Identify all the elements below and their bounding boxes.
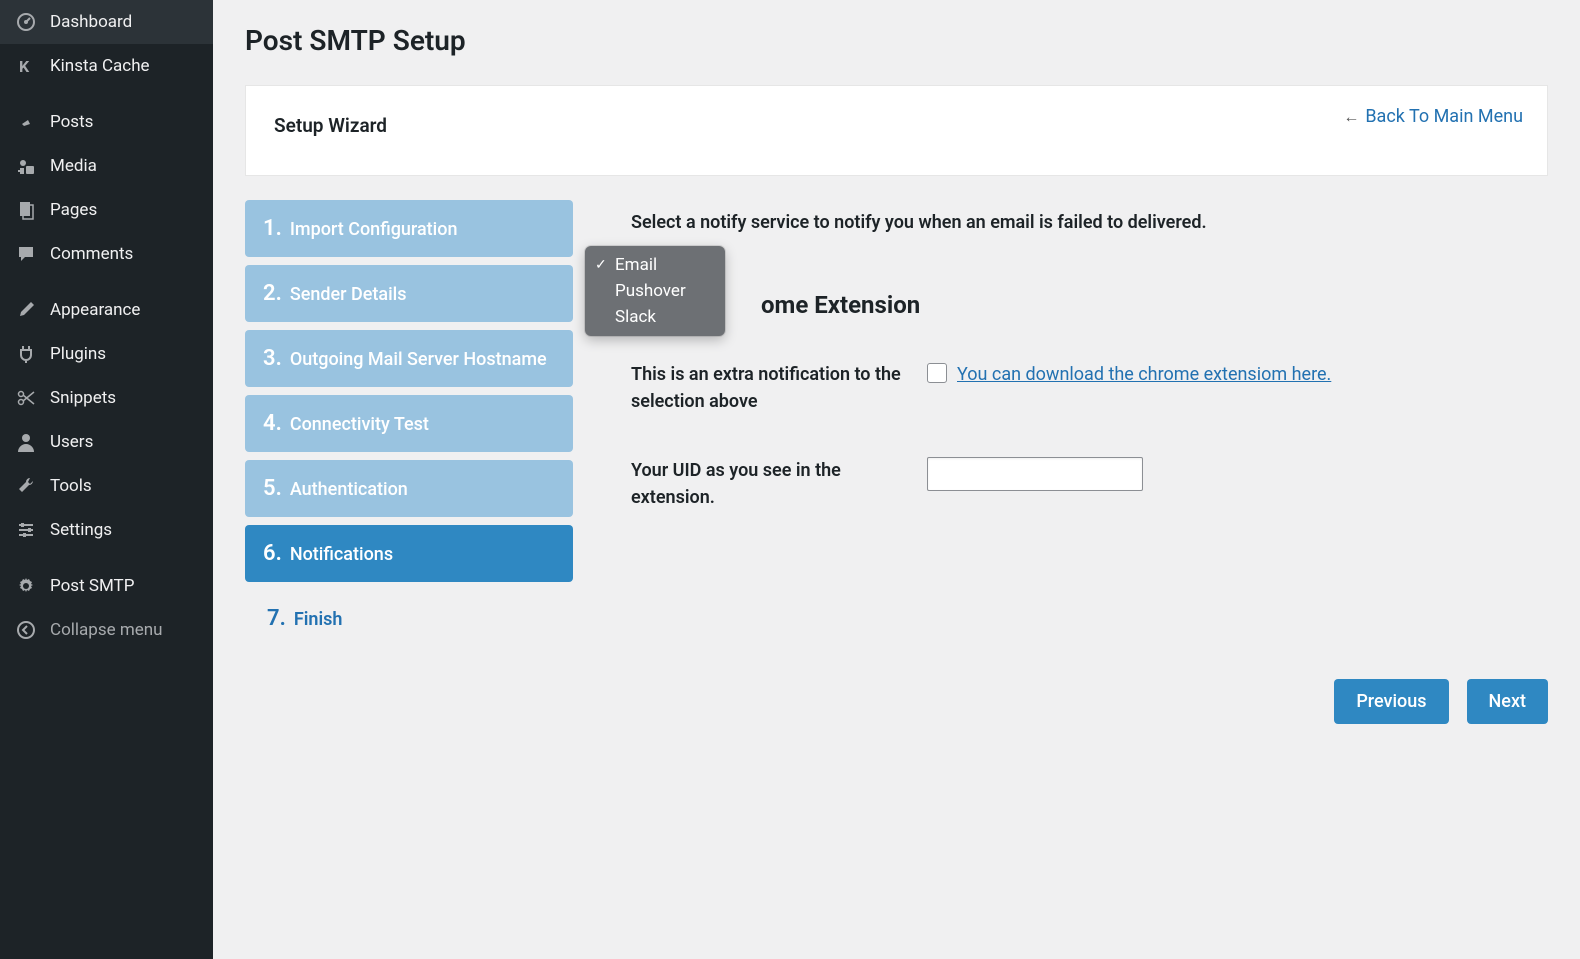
uid-input[interactable]	[927, 457, 1143, 491]
sidebar-collapse-label: Collapse menu	[50, 619, 199, 641]
chrome-extension-heading: ome Extension	[631, 291, 1548, 319]
wizard-step-sender-details[interactable]: 2.Sender Details	[245, 265, 573, 322]
wizard-step-notifications[interactable]: 6.Notifications	[245, 525, 573, 582]
sidebar-collapse[interactable]: Collapse menu	[0, 608, 213, 652]
sidebar-item-plugins[interactable]: Plugins	[0, 332, 213, 376]
sidebar-item-tools[interactable]: Tools	[0, 464, 213, 508]
sidebar-item-pages[interactable]: Pages	[0, 188, 213, 232]
sidebar-item-label: Snippets	[50, 387, 199, 409]
kinsta-icon: K	[14, 54, 38, 78]
dropdown-option-email[interactable]: ✓Email	[585, 252, 725, 278]
back-link-label: Back To Main Menu	[1365, 106, 1523, 127]
admin-sidebar: Dashboard K Kinsta Cache Posts Media Pag…	[0, 0, 213, 959]
sidebar-item-label: Settings	[50, 519, 199, 541]
collapse-icon	[14, 618, 38, 642]
sidebar-item-label: Users	[50, 431, 199, 453]
sidebar-item-users[interactable]: Users	[0, 420, 213, 464]
check-icon: ✓	[595, 257, 611, 273]
wizard-title: Setup Wizard	[274, 114, 1519, 137]
plug-icon	[14, 342, 38, 366]
sidebar-item-label: Comments	[50, 243, 199, 265]
wrench-icon	[14, 474, 38, 498]
wizard-step-import-config[interactable]: 1.Import Configuration	[245, 200, 573, 257]
wizard-footer: Previous Next	[245, 679, 1548, 724]
svg-text:K: K	[19, 57, 30, 76]
sidebar-item-settings[interactable]: Settings	[0, 508, 213, 552]
wizard-step-connectivity[interactable]: 4.Connectivity Test	[245, 395, 573, 452]
previous-button[interactable]: Previous	[1334, 679, 1448, 724]
brush-icon	[14, 298, 38, 322]
wizard-header-card: ← Back To Main Menu Setup Wizard	[245, 85, 1548, 176]
sidebar-item-posts[interactable]: Posts	[0, 100, 213, 144]
notify-instruction: Select a notify service to notify you wh…	[631, 212, 1548, 233]
media-icon	[14, 154, 38, 178]
extra-notification-label: This is an extra notification to the sel…	[631, 361, 927, 415]
sidebar-item-label: Tools	[50, 475, 199, 497]
comment-icon	[14, 242, 38, 266]
sidebar-item-label: Kinsta Cache	[50, 55, 199, 77]
notify-service-dropdown[interactable]: ✓Email Pushover Slack	[585, 246, 725, 336]
sidebar-item-label: Post SMTP	[50, 575, 199, 597]
sidebar-item-post-smtp[interactable]: Post SMTP	[0, 564, 213, 608]
wizard-step-authentication[interactable]: 5.Authentication	[245, 460, 573, 517]
dropdown-option-slack[interactable]: Slack	[585, 304, 725, 330]
gear-icon	[14, 574, 38, 598]
sidebar-item-label: Appearance	[50, 299, 199, 321]
main-content: Post SMTP Setup ← Back To Main Menu Setu…	[213, 0, 1580, 959]
sidebar-item-label: Pages	[50, 199, 199, 221]
sidebar-item-label: Plugins	[50, 343, 199, 365]
sidebar-item-comments[interactable]: Comments	[0, 232, 213, 276]
sliders-icon	[14, 518, 38, 542]
sidebar-item-kinsta-cache[interactable]: K Kinsta Cache	[0, 44, 213, 88]
sidebar-item-label: Posts	[50, 111, 199, 133]
sidebar-item-snippets[interactable]: Snippets	[0, 376, 213, 420]
dropdown-option-pushover[interactable]: Pushover	[585, 278, 725, 304]
next-button[interactable]: Next	[1467, 679, 1548, 724]
uid-label: Your UID as you see in the extension.	[631, 457, 927, 511]
pin-icon	[14, 110, 38, 134]
extra-notification-row: This is an extra notification to the sel…	[631, 361, 1548, 415]
wizard-step-content: Select a notify service to notify you wh…	[573, 200, 1548, 655]
wizard-steps: 1.Import Configuration 2.Sender Details …	[245, 200, 573, 655]
back-to-main-link[interactable]: ← Back To Main Menu	[1343, 106, 1523, 127]
wizard-body: 1.Import Configuration 2.Sender Details …	[245, 200, 1548, 655]
user-icon	[14, 430, 38, 454]
arrow-left-icon: ←	[1343, 107, 1359, 127]
sidebar-item-label: Dashboard	[50, 11, 199, 33]
sidebar-item-media[interactable]: Media	[0, 144, 213, 188]
download-extension-link[interactable]: You can download the chrome extensiom he…	[957, 361, 1331, 388]
sidebar-item-appearance[interactable]: Appearance	[0, 288, 213, 332]
extra-notification-checkbox[interactable]	[927, 363, 947, 383]
uid-row: Your UID as you see in the extension.	[631, 457, 1548, 511]
sidebar-item-dashboard[interactable]: Dashboard	[0, 0, 213, 44]
dashboard-icon	[14, 10, 38, 34]
wizard-step-finish[interactable]: 7.Finish	[245, 590, 573, 647]
scissors-icon	[14, 386, 38, 410]
page-title: Post SMTP Setup	[245, 24, 1548, 57]
wizard-step-mail-server[interactable]: 3.Outgoing Mail Server Hostname	[245, 330, 573, 387]
sidebar-item-label: Media	[50, 155, 199, 177]
pages-icon	[14, 198, 38, 222]
